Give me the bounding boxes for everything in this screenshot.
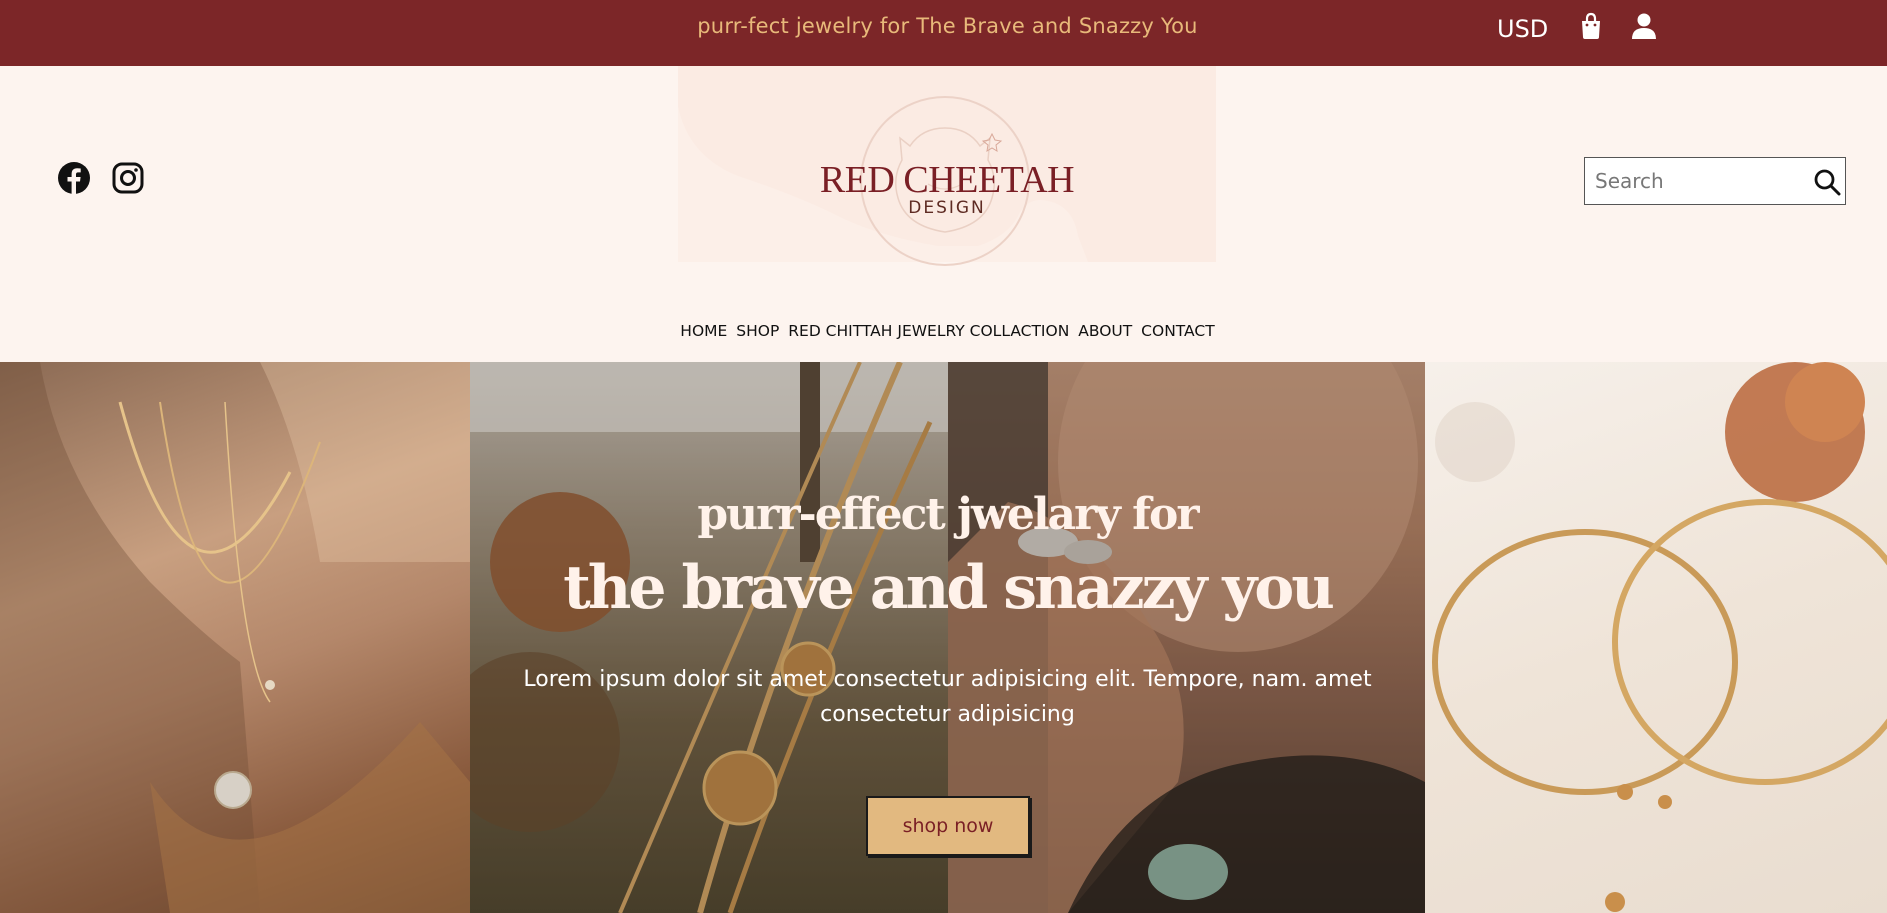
hero-image-necklace-model: [0, 362, 470, 913]
search-box: [1584, 157, 1846, 205]
currency-selector[interactable]: USD: [1497, 15, 1548, 43]
nav-about[interactable]: ABOUT: [1078, 322, 1132, 340]
logo-subtitle: DESIGN: [908, 198, 986, 218]
logo-title[interactable]: RED CHEETAH: [700, 158, 1194, 202]
nav-collection[interactable]: RED CHITTAH JEWELRY COLLACTION: [788, 322, 1069, 340]
hero-heading-line2: the brave and snazzy you: [563, 553, 1335, 623]
facebook-icon[interactable]: [57, 161, 91, 195]
hero-description: Lorem ipsum dolor sit amet consectetur a…: [523, 667, 1372, 727]
user-icon[interactable]: [1631, 12, 1657, 40]
hero-section: purr-effect jwelary for the brave and sn…: [0, 362, 1887, 913]
nav-home[interactable]: HOME: [680, 322, 727, 340]
nav-contact[interactable]: CONTACT: [1141, 322, 1215, 340]
instagram-icon[interactable]: [111, 161, 145, 195]
search-icon[interactable]: [1813, 168, 1841, 196]
search-input[interactable]: [1585, 158, 1805, 204]
shopping-bag-icon[interactable]: [1578, 12, 1604, 40]
nav-shop[interactable]: SHOP: [736, 322, 779, 340]
main-nav: HOME SHOP RED CHITTAH JEWELRY COLLACTION…: [0, 322, 1887, 340]
hero-heading-line1: purr-effect jwelary for: [697, 489, 1199, 540]
shop-now-button[interactable]: shop now: [866, 796, 1030, 856]
hero-image-bangles: [1425, 362, 1887, 913]
announcement-bar: purr-fect jewelry for The Brave and Snaz…: [0, 0, 1887, 66]
